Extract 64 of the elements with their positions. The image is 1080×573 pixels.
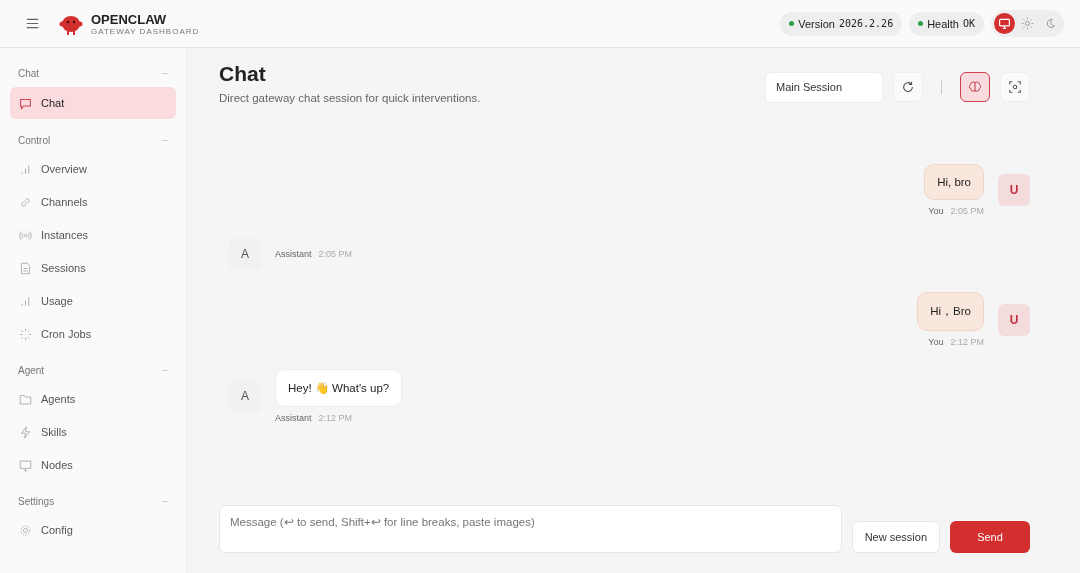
- page-subtitle: Direct gateway chat session for quick interventions.: [219, 92, 481, 104]
- send-button[interactable]: Send: [950, 521, 1030, 553]
- message-time: 2:12 PM: [950, 337, 984, 347]
- section-title: Control: [18, 135, 51, 146]
- nav-item[interactable]: Overview: [10, 154, 176, 184]
- bar-chart-icon: [19, 162, 32, 176]
- folder-icon: [19, 392, 32, 406]
- user-avatar: U: [998, 174, 1030, 206]
- section-title: Settings: [18, 496, 55, 507]
- nav-item[interactable]: Agents: [10, 384, 176, 414]
- nav-item[interactable]: Chat: [10, 87, 176, 119]
- bar-chart-icon: [19, 294, 32, 308]
- settings-icon: [19, 523, 32, 537]
- status-value: OK: [962, 18, 975, 29]
- brand-subtitle: GATEWAY DASHBOARD: [91, 26, 200, 36]
- user-message-bubble: Hi, bro: [924, 164, 984, 200]
- refresh-icon: [901, 80, 915, 94]
- assistant-avatar: A: [229, 238, 261, 270]
- monitor-theme-button[interactable]: [994, 13, 1015, 34]
- nav-item[interactable]: Config: [10, 515, 176, 545]
- brain-icon: [968, 80, 982, 94]
- page-title: Chat: [219, 62, 267, 86]
- nav-item[interactable]: Cron Jobs: [10, 319, 176, 349]
- section-title: Chat: [18, 68, 40, 79]
- sender-name: You: [928, 206, 944, 216]
- lightning-icon: [19, 425, 32, 439]
- sun-icon: [1021, 17, 1034, 30]
- monitor-icon: [998, 17, 1011, 30]
- document-icon: [19, 261, 32, 275]
- nav-item[interactable]: Sessions: [10, 253, 176, 283]
- moon-icon: [1044, 17, 1057, 30]
- nav-item[interactable]: Instances: [10, 220, 176, 250]
- status-label: Version: [798, 17, 835, 30]
- focus-button[interactable]: [1000, 72, 1030, 102]
- spinner-icon: [19, 327, 32, 341]
- message-time: 2:12 PM: [318, 413, 353, 423]
- nav-item[interactable]: Nodes: [10, 450, 176, 480]
- session-select[interactable]: Main Session: [765, 71, 883, 103]
- menu-icon[interactable]: [26, 18, 39, 29]
- message-input[interactable]: Message (↩ to send, Shift+↩ for line breaks, paste images): [219, 505, 842, 553]
- sender-name: Assistant: [275, 413, 312, 423]
- section-title: Agent: [18, 365, 45, 376]
- speech-bubble-icon: [19, 96, 32, 110]
- assistant-message-bubble: Hey! 👋 What's up?: [275, 369, 403, 407]
- user-avatar: U: [998, 303, 1030, 336]
- focus-frame-icon: [1008, 80, 1022, 94]
- status-value: 2026.2.26: [838, 18, 894, 29]
- assistant-avatar: A: [229, 380, 261, 412]
- message-time: 2:05 PM: [950, 206, 984, 216]
- status-label: Health: [927, 17, 959, 30]
- brain-toggle-button[interactable]: [960, 72, 990, 102]
- link-icon: [19, 195, 32, 209]
- new-session-button[interactable]: New session: [851, 521, 940, 553]
- nav-item[interactable]: Channels: [10, 187, 176, 217]
- message-time: 2:05 PM: [318, 249, 353, 259]
- sender-name: Assistant: [275, 249, 312, 259]
- refresh-button[interactable]: [893, 72, 923, 102]
- brand-name: OPENCLAW: [91, 11, 168, 27]
- sender-name: You: [928, 337, 944, 347]
- user-message-bubble: Hi，Bro: [917, 292, 984, 331]
- broadcast-icon: [19, 228, 32, 242]
- monitor-icon: [19, 458, 32, 472]
- nav-item[interactable]: Usage: [10, 286, 176, 316]
- nav-item[interactable]: Skills: [10, 417, 176, 447]
